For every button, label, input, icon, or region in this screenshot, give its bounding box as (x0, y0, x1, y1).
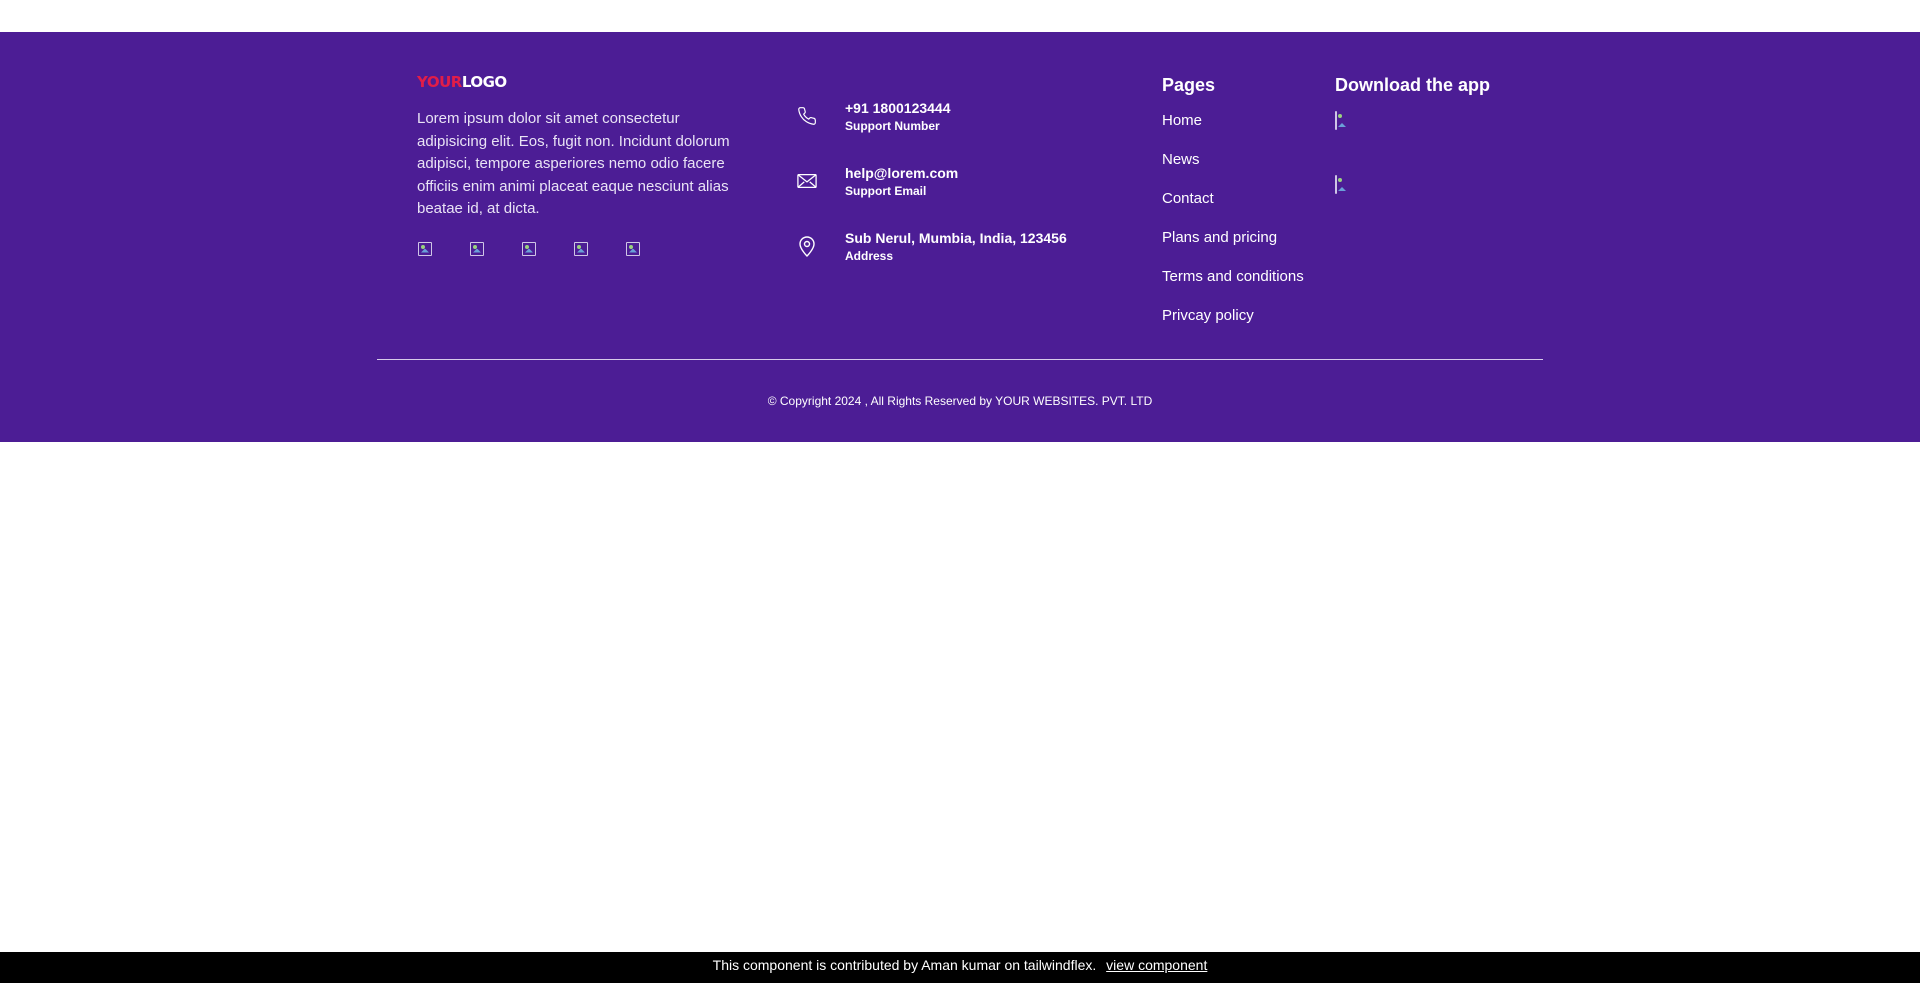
view-component-link[interactable]: view component (1106, 957, 1207, 973)
social-link-1[interactable] (417, 241, 433, 257)
app-title: Download the app (1335, 75, 1490, 95)
contact-column: +91 1800123444 Support Number help@lorem… (795, 94, 1115, 289)
location-pin-icon (795, 234, 819, 258)
address-label: Address (845, 249, 894, 263)
brand-description: Lorem ipsum dolor sit amet consectetur a… (417, 110, 730, 217)
broken-image-icon (470, 241, 484, 256)
phone-icon (795, 104, 819, 128)
pages-column: Pages Home News Contact Plans and pricin… (1162, 72, 1322, 345)
copyright-text: © Copyright 2024 , All Rights Reserved b… (767, 394, 1153, 408)
page-link-privacy[interactable]: Privcay policy (1162, 306, 1322, 326)
social-links (417, 241, 747, 257)
page-link-contact[interactable]: Contact (1162, 189, 1322, 209)
pages-title: Pages (1162, 75, 1216, 95)
page-link-home[interactable]: Home (1162, 111, 1322, 131)
app-column: Download the app (1335, 72, 1535, 194)
broken-image-icon (574, 241, 588, 256)
logo[interactable]: YOURLOGO (417, 72, 747, 92)
brand-column: YOURLOGO Lorem ipsum dolor sit amet cons… (417, 72, 747, 257)
contact-email: help@lorem.com Support Email (795, 159, 1115, 203)
pages-list: Home News Contact Plans and pricing Term… (1162, 111, 1322, 326)
credit-bar: This component is contributed by Aman ku… (0, 952, 1920, 983)
social-link-3[interactable] (521, 241, 537, 257)
broken-image-icon (522, 241, 536, 256)
contact-phone: +91 1800123444 Support Number (795, 94, 1115, 138)
logo-part-logo: LOGO (461, 73, 507, 91)
page-link-plans-pricing[interactable]: Plans and pricing (1162, 228, 1322, 248)
credit-text: This component is contributed by Aman ku… (712, 957, 1097, 973)
site-footer: YOURLOGO Lorem ipsum dolor sit amet cons… (0, 32, 1920, 442)
phone-number[interactable]: +91 1800123444 (845, 98, 951, 118)
mail-icon (795, 169, 819, 193)
social-link-5[interactable] (625, 241, 641, 257)
social-link-4[interactable] (573, 241, 589, 257)
play-store-badge[interactable] (1335, 175, 1351, 194)
email-label: Support Email (845, 184, 927, 198)
broken-image-icon (1335, 175, 1337, 194)
contact-address: Sub Nerul, Mumbia, India, 123456 Address (795, 224, 1115, 268)
footer-container: YOURLOGO Lorem ipsum dolor sit amet cons… (377, 32, 1543, 442)
page-link-terms[interactable]: Terms and conditions (1162, 267, 1322, 287)
app-store-badge[interactable] (1335, 111, 1351, 130)
broken-image-icon (626, 241, 640, 256)
social-link-2[interactable] (469, 241, 485, 257)
email-address[interactable]: help@lorem.com (845, 163, 958, 183)
page-link-news[interactable]: News (1162, 150, 1322, 170)
footer-divider (377, 359, 1543, 360)
phone-label: Support Number (845, 119, 940, 133)
broken-image-icon (418, 241, 432, 256)
logo-part-your: YOUR (417, 73, 462, 91)
broken-image-icon (1335, 111, 1337, 130)
address-value: Sub Nerul, Mumbia, India, 123456 (845, 230, 1067, 246)
